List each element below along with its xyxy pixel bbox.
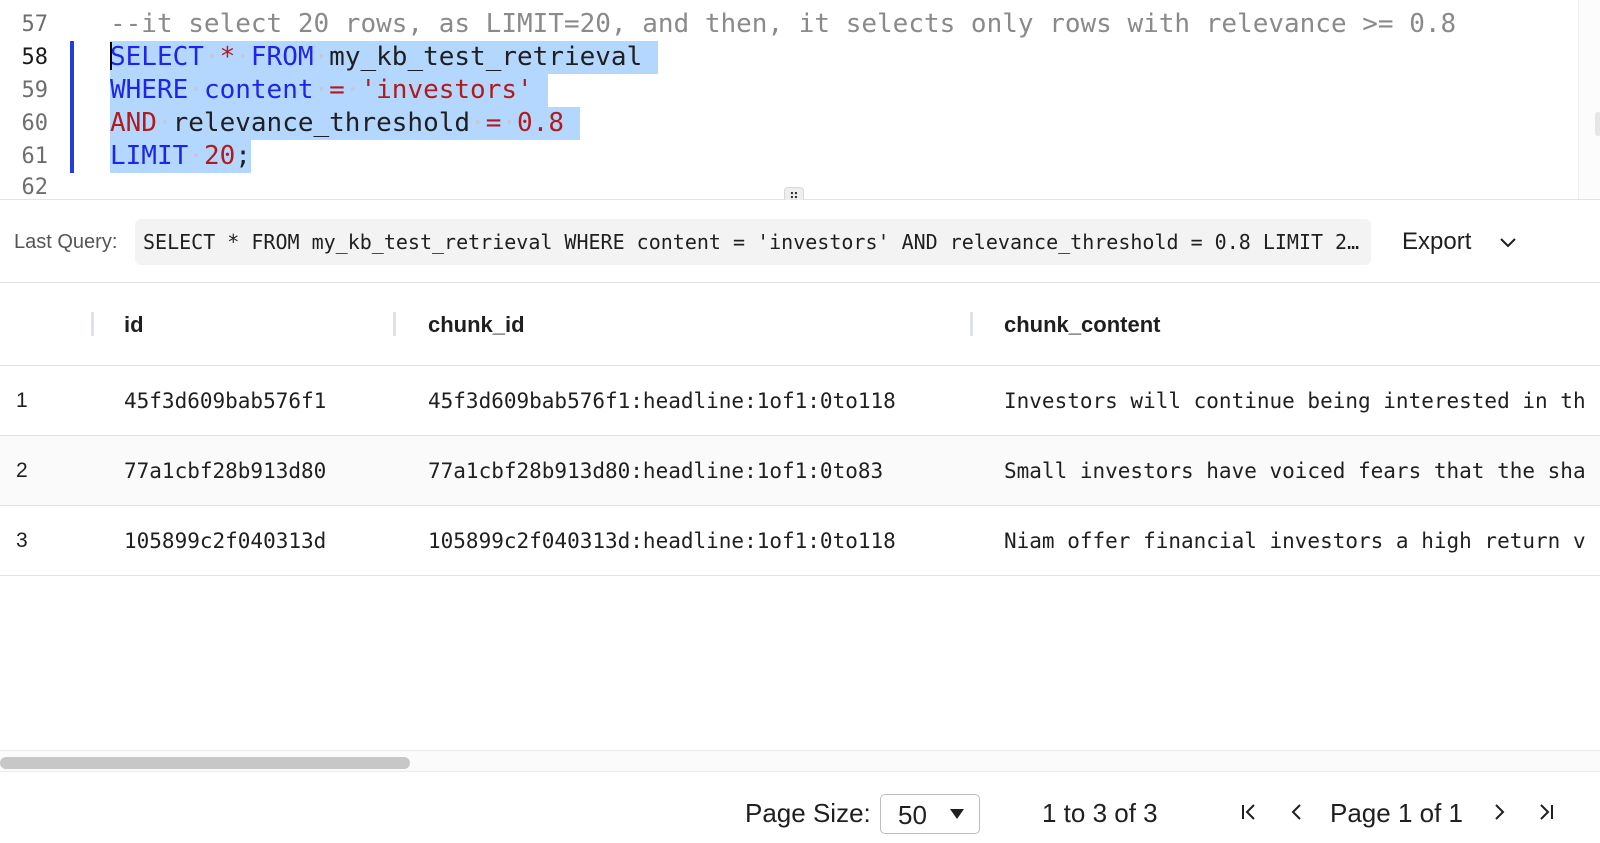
cell-id[interactable]: 45f3d609bab576f1 xyxy=(124,388,326,414)
line-number: 58 xyxy=(21,45,49,70)
cell-chunk-id[interactable]: 105899c2f040313d:headline:1of1:0to118 xyxy=(428,528,896,554)
sql-comment: --it select 20 rows, as LIMIT=20, and th… xyxy=(110,9,1457,39)
changed-line-marker xyxy=(70,74,74,107)
whitespace-marker: · xyxy=(344,75,361,105)
editor-line: 59 WHERE·content·=·'investors' xyxy=(0,74,1600,107)
editor-line: 58 SELECT·*·FROM·my_kb_test_retrieval xyxy=(0,41,1600,74)
whitespace-marker: · xyxy=(470,108,486,138)
column-identifier: content xyxy=(203,75,314,105)
editor-line: 57 --it select 20 rows, as LIMIT=20, and… xyxy=(0,8,1600,41)
next-page-icon[interactable] xyxy=(1484,794,1514,830)
page-size-label: Page Size: xyxy=(745,798,871,828)
page-size-select[interactable]: 50 xyxy=(880,794,980,834)
last-query-label: Last Query: xyxy=(14,231,118,253)
first-page-icon[interactable] xyxy=(1234,794,1264,830)
column-header-chunk-id[interactable]: chunk_id xyxy=(428,312,525,338)
cell-chunk-content[interactable]: Niam offer financial investors a high re… xyxy=(1004,528,1586,554)
grid-horizontal-scrollbar[interactable] xyxy=(0,750,1600,772)
line-number: 57 xyxy=(21,12,49,37)
keyword-from: FROM xyxy=(250,42,314,72)
editor-vertical-scrollbar[interactable] xyxy=(1578,0,1600,200)
selected-code: AND·relevance_threshold·=·0.8 xyxy=(110,107,580,140)
keyword-select: SELECT xyxy=(110,42,204,72)
table-identifier: my_kb_test_retrieval xyxy=(329,42,643,72)
grid-header: id chunk_id chunk_content xyxy=(0,284,1600,366)
table-row[interactable]: 3 105899c2f040313d 105899c2f040313d:head… xyxy=(0,506,1600,576)
row-index: 1 xyxy=(16,389,28,412)
selected-code: WHERE·content·=·'investors' xyxy=(110,74,549,107)
cell-chunk-content[interactable]: Small investors have voiced fears that t… xyxy=(1004,458,1586,484)
statement-terminator: ; xyxy=(235,141,251,171)
last-page-icon[interactable] xyxy=(1531,794,1561,830)
line-number: 61 xyxy=(21,144,49,169)
operator-star: * xyxy=(219,42,236,72)
keyword-where: WHERE xyxy=(110,75,189,105)
previous-page-icon[interactable] xyxy=(1282,794,1312,830)
column-header-chunk-content[interactable]: chunk_content xyxy=(1004,312,1160,338)
page-indicator: Page 1 of 1 xyxy=(1330,798,1463,828)
number-literal: 0.8 xyxy=(517,108,564,138)
changed-line-marker xyxy=(70,107,74,140)
column-resize-handle[interactable] xyxy=(91,312,94,336)
whitespace-marker: · xyxy=(501,108,518,138)
row-index: 2 xyxy=(16,459,28,482)
editor-line: 61 LIMIT·20; xyxy=(0,140,1600,173)
line-number: 62 xyxy=(21,175,49,200)
cell-id[interactable]: 77a1cbf28b913d80 xyxy=(124,458,326,484)
editor-scrollbar-thumb[interactable] xyxy=(1595,112,1600,136)
line-number: 59 xyxy=(21,78,49,103)
caret-down-icon xyxy=(950,809,964,819)
selected-code: SELECT·*·FROM·my_kb_test_retrieval xyxy=(110,41,658,74)
column-identifier: relevance_threshold xyxy=(172,108,471,138)
changed-line-marker xyxy=(70,140,74,173)
export-button[interactable]: Export xyxy=(1402,220,1471,264)
table-row[interactable]: 2 77a1cbf28b913d80 77a1cbf28b913d80:head… xyxy=(0,436,1600,506)
cell-chunk-content[interactable]: Investors will continue being interested… xyxy=(1004,388,1586,414)
number-literal: 20 xyxy=(203,141,236,171)
chevron-down-icon[interactable] xyxy=(1496,230,1520,254)
whitespace-marker: · xyxy=(203,42,220,72)
whitespace-marker: · xyxy=(188,141,204,171)
whitespace-marker: · xyxy=(156,108,173,138)
column-resize-handle[interactable] xyxy=(970,312,973,336)
table-row[interactable]: 1 45f3d609bab576f1 45f3d609bab576f1:head… xyxy=(0,366,1600,436)
keyword-limit: LIMIT xyxy=(110,141,189,171)
row-range-summary: 1 to 3 of 3 xyxy=(1042,798,1158,828)
editor-line: 60 AND·relevance_threshold·=·0.8 xyxy=(0,107,1600,140)
last-query-bar: Last Query: SELECT * FROM my_kb_test_ret… xyxy=(0,200,1600,283)
cell-chunk-id[interactable]: 77a1cbf28b913d80:headline:1of1:0to83 xyxy=(428,458,883,484)
pagination-bar: Page Size: 50 1 to 3 of 3 Page 1 of 1 xyxy=(0,772,1600,843)
whitespace-marker: · xyxy=(313,75,330,105)
operator-equals: = xyxy=(485,108,502,138)
whitespace-marker: · xyxy=(313,42,330,72)
column-header-id[interactable]: id xyxy=(124,312,144,338)
row-index: 3 xyxy=(16,529,28,552)
whitespace-marker: · xyxy=(188,75,204,105)
keyword-and: AND xyxy=(110,108,157,138)
operator-equals: = xyxy=(329,75,345,105)
line-number: 60 xyxy=(21,111,49,136)
changed-line-marker xyxy=(70,41,74,74)
last-query-text: SELECT * FROM my_kb_test_retrieval WHERE… xyxy=(135,219,1371,265)
grid-scrollbar-thumb[interactable] xyxy=(0,757,410,769)
page-size-value: 50 xyxy=(898,800,927,830)
sql-editor[interactable]: 57 --it select 20 rows, as LIMIT=20, and… xyxy=(0,0,1600,200)
selected-code: LIMIT·20; xyxy=(110,140,251,173)
column-resize-handle[interactable] xyxy=(393,312,396,336)
cell-id[interactable]: 105899c2f040313d xyxy=(124,528,326,554)
whitespace-marker: · xyxy=(235,42,251,72)
string-literal: 'investors' xyxy=(360,75,533,105)
cell-chunk-id[interactable]: 45f3d609bab576f1:headline:1of1:0to118 xyxy=(428,388,896,414)
results-grid: id chunk_id chunk_content 1 45f3d609bab5… xyxy=(0,284,1600,749)
